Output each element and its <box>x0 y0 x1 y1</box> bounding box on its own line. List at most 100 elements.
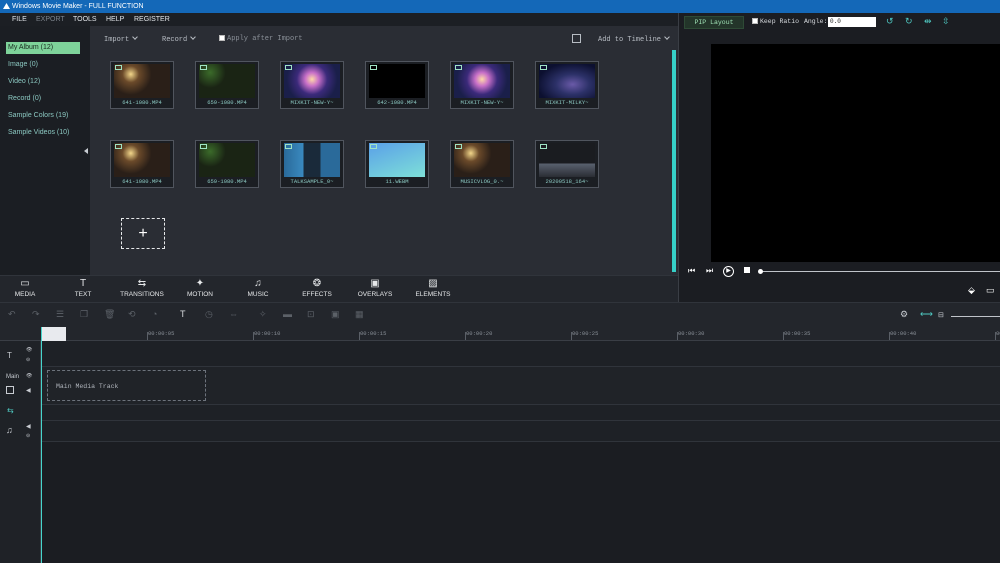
record-label: Record <box>162 36 188 44</box>
grid-view-icon[interactable] <box>572 34 581 43</box>
media-thumbnail[interactable]: MIXKIT-NEW-Y~ <box>280 61 344 109</box>
play-icon[interactable]: ▶ <box>723 266 734 277</box>
media-thumbnail[interactable]: 20200518_164~ <box>535 140 599 188</box>
sidebar-item-video[interactable]: Video (12) <box>6 76 40 88</box>
adjust-icon[interactable]: ☰ <box>56 309 64 320</box>
menu-file[interactable]: FILE <box>12 13 27 26</box>
eye-icon[interactable]: 👁 <box>26 373 32 379</box>
tab-effects[interactable]: ❂ EFFECTS <box>299 276 335 303</box>
rotate-icon[interactable]: ⟲ <box>128 309 136 320</box>
mute-icon[interactable]: ◀ <box>26 387 31 394</box>
media-thumbnail[interactable]: TALKSAMPLE_0~ <box>280 140 344 188</box>
comment-icon[interactable]: ▬ <box>283 309 292 319</box>
lock-icon[interactable]: ⊝ <box>26 357 30 363</box>
delete-icon[interactable]: 🗑 <box>104 309 115 320</box>
video-badge-icon <box>200 144 207 149</box>
preview-seek-bar[interactable] <box>760 271 1000 272</box>
music-track[interactable] <box>41 421 1000 442</box>
tab-music[interactable]: ♫ MUSIC <box>243 276 273 303</box>
chevron-down-icon <box>664 34 670 40</box>
previous-frame-icon[interactable]: ⏮ <box>688 266 695 276</box>
sidebar-item-record[interactable]: Record (0) <box>6 93 41 105</box>
eye-icon[interactable]: 👁 <box>26 347 32 353</box>
text-track[interactable] <box>41 341 1000 367</box>
menu-tools[interactable]: TOOLS <box>73 13 97 26</box>
video-badge-icon <box>115 144 122 149</box>
media-thumbnail[interactable]: MIXKIT-MILKY~ <box>535 61 599 109</box>
tab-overlays[interactable]: ▣ OVERLAYS <box>355 276 395 303</box>
seek-handle[interactable] <box>758 269 763 274</box>
media-thumbnail[interactable]: MIXKIT-NEW-Y~ <box>450 61 514 109</box>
magic-icon[interactable]: ✧ <box>259 309 267 320</box>
redo-icon[interactable]: ↷ <box>32 309 40 320</box>
media-thumbnail[interactable]: 659-1080.MP4 <box>195 140 259 188</box>
tab-text[interactable]: T TEXT <box>68 276 98 303</box>
add-to-timeline-dropdown[interactable]: Add to Timeline <box>598 34 670 44</box>
speed-icon[interactable]: ◔ <box>152 309 157 319</box>
main-media-track-placeholder[interactable]: Main Media Track <box>47 370 206 401</box>
menu-help[interactable]: HELP <box>106 13 124 26</box>
library-scrollbar[interactable] <box>672 50 676 272</box>
video-badge-icon <box>370 144 377 149</box>
media-thumbnail[interactable]: 642-1080.MP4 <box>365 61 429 109</box>
playhead[interactable] <box>41 327 42 563</box>
timer-icon[interactable]: ◷ <box>205 309 213 320</box>
import-dropdown[interactable]: Import <box>104 34 139 44</box>
menu-export[interactable]: EXPORT <box>36 13 65 26</box>
media-thumbnail[interactable]: 659-1080.MP4 <box>195 61 259 109</box>
tab-transitions[interactable]: ⇆ TRANSITIONS <box>114 276 170 303</box>
paint-bucket-icon[interactable]: ⬙ <box>968 285 975 296</box>
zoom-out-icon[interactable]: ⊟ <box>938 311 944 319</box>
media-thumbnail[interactable]: 641-1080.MP4 <box>110 140 174 188</box>
apply-after-import-checkbox[interactable]: Apply after Import <box>219 35 303 43</box>
next-frame-icon[interactable]: ⏭ <box>706 266 713 276</box>
sidebar-item-sample-videos[interactable]: Sample Videos (10) <box>6 127 69 139</box>
zoom-slider[interactable] <box>951 316 1000 317</box>
keep-ratio-label: Keep Ratio <box>760 18 800 25</box>
rotate-left-icon[interactable]: ↺ <box>886 16 894 27</box>
tab-media[interactable]: ▭ MEDIA <box>8 276 42 303</box>
collapse-sidebar-icon[interactable] <box>84 148 88 154</box>
sidebar-item-my-album[interactable]: My Album (12) <box>6 42 80 54</box>
sidebar-item-sample-colors[interactable]: Sample Colors (19) <box>6 110 68 122</box>
fit-timeline-icon[interactable]: ⟷ <box>920 309 933 320</box>
split-icon[interactable]: ⇔ <box>229 309 238 319</box>
media-filename: MIXKIT-NEW-Y~ <box>460 99 504 106</box>
flip-vertical-icon[interactable]: ⇳ <box>942 16 950 27</box>
rotate-right-icon[interactable]: ↻ <box>905 16 913 27</box>
add-media-button[interactable]: + <box>121 218 165 249</box>
video-badge-icon <box>115 65 122 70</box>
media-thumbnail[interactable]: 641-1080.MP4 <box>110 61 174 109</box>
add-text-icon[interactable]: T <box>180 309 186 319</box>
tab-overlays-label: OVERLAYS <box>357 291 393 298</box>
crop-icon[interactable]: ⊡ <box>307 309 315 320</box>
pip-layout-button[interactable]: PIP Layout <box>684 16 744 29</box>
media-filename: 11.WEBM <box>385 178 409 185</box>
lock-icon[interactable]: ⊝ <box>26 433 30 439</box>
menu-register[interactable]: REGISTER <box>134 13 170 26</box>
mosaic-icon[interactable]: ▦ <box>355 309 364 320</box>
record-dropdown[interactable]: Record <box>162 34 197 44</box>
folder-icon: ▭ <box>20 278 30 289</box>
video-badge-icon <box>540 65 547 70</box>
media-thumbnail[interactable]: 11.WEBM <box>365 140 429 188</box>
video-badge-icon <box>370 65 377 70</box>
undo-icon[interactable]: ↶ <box>8 309 16 320</box>
copy-icon[interactable]: ❐ <box>80 309 88 320</box>
playhead-handle[interactable] <box>41 327 66 341</box>
tab-motion[interactable]: ✦ MOTION <box>182 276 218 303</box>
thumbnail-image <box>114 64 170 98</box>
transition-track[interactable] <box>41 405 1000 421</box>
main-track-label: Main <box>6 374 20 380</box>
flip-horizontal-icon[interactable]: ⇹ <box>924 16 932 27</box>
stop-icon[interactable] <box>744 267 750 273</box>
keep-ratio-checkbox[interactable]: Keep Ratio <box>752 18 799 25</box>
angle-input[interactable]: 0.0 <box>828 17 876 27</box>
sidebar-item-image[interactable]: Image (0) <box>6 59 38 71</box>
image-icon[interactable]: ▣ <box>331 309 340 320</box>
camera-icon[interactable]: ▭ <box>986 285 995 296</box>
media-thumbnail[interactable]: MUSICVLOG_0.~ <box>450 140 514 188</box>
mute-icon[interactable]: ◀ <box>26 423 31 430</box>
tab-elements[interactable]: ▨ ELEMENTS <box>413 276 453 303</box>
settings-icon[interactable]: ⚙ <box>900 309 908 320</box>
